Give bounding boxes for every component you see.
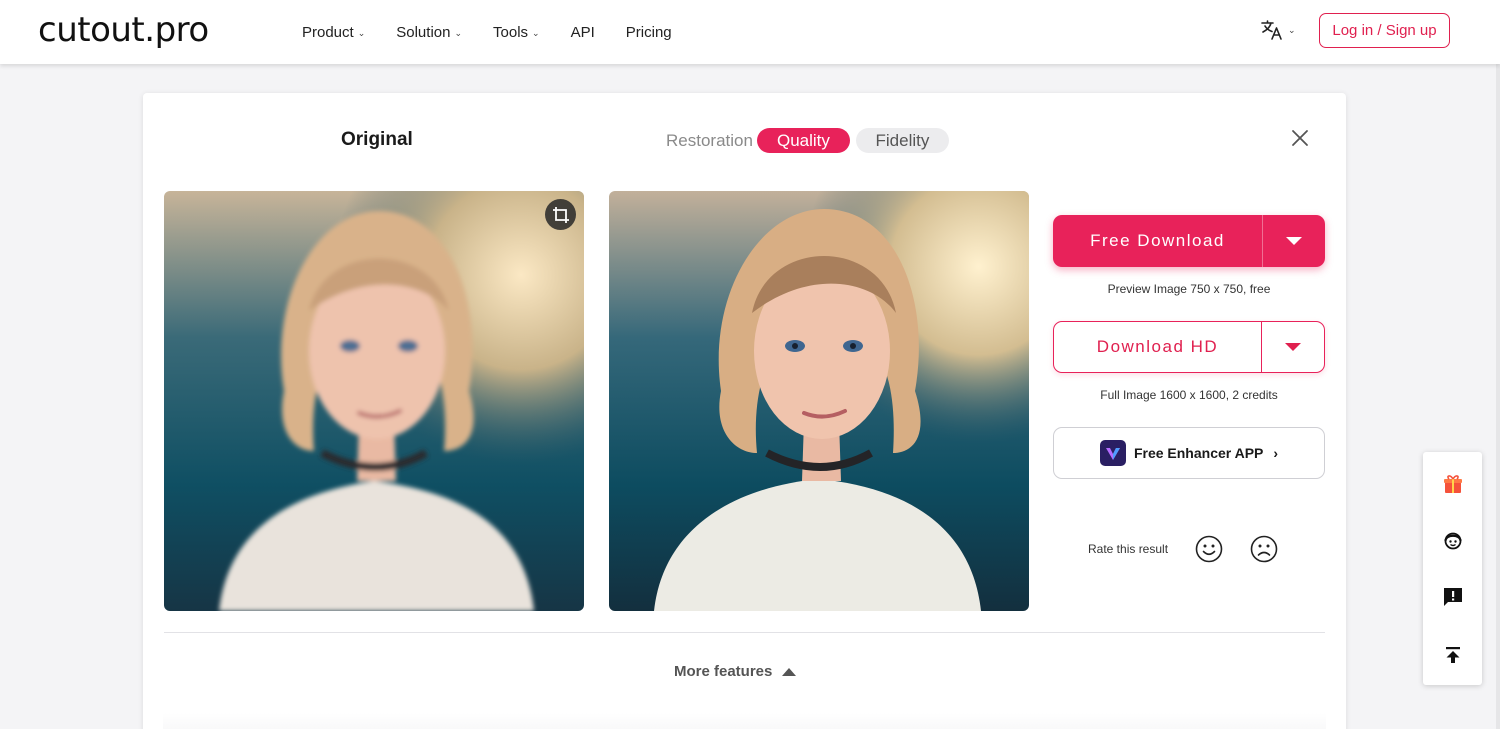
- download-hd-note: Full Image 1600 x 1600, 2 credits: [1100, 388, 1278, 402]
- site-logo[interactable]: cutout.pro: [38, 10, 209, 50]
- nav-tools-label: Tools: [493, 23, 529, 41]
- caret-up-icon: [782, 667, 797, 676]
- nav-api-label: API: [570, 23, 595, 41]
- scrollbar-track[interactable]: [1496, 64, 1500, 729]
- more-features-panel-edge: [163, 713, 1326, 729]
- mode-quality-pill[interactable]: Quality: [756, 128, 850, 153]
- nav-solution[interactable]: Solution ⌄: [396, 24, 462, 41]
- mode-fidelity-pill[interactable]: Fidelity: [855, 128, 949, 153]
- nav-pricing-label: Pricing: [625, 23, 672, 41]
- back-to-top-icon: [1445, 647, 1460, 663]
- app-button-label: Free Enhancer APP: [1133, 445, 1264, 461]
- restoration-label: Restoration: [666, 130, 753, 150]
- chevron-down-icon: ⌄: [357, 27, 366, 38]
- free-enhancer-app-button[interactable]: Free Enhancer APP ›: [1053, 427, 1325, 479]
- nav-tools[interactable]: Tools ⌄: [493, 24, 540, 41]
- rating-row: Rate this result: [1088, 534, 1304, 564]
- enhanced-image: [609, 191, 1029, 611]
- gift-button[interactable]: [1423, 464, 1482, 504]
- more-features-label: More features: [674, 663, 773, 680]
- nav-solution-label: Solution: [396, 23, 451, 41]
- section-divider: [164, 632, 1325, 633]
- crop-button[interactable]: [545, 199, 576, 230]
- original-photo-illustration: [164, 191, 584, 611]
- nav-product-label: Product: [302, 23, 354, 41]
- chevron-down-icon: ⌄: [454, 27, 463, 38]
- crop-icon: [552, 206, 569, 223]
- rate-label: Rate this result: [1088, 542, 1169, 556]
- original-title: Original: [341, 129, 413, 150]
- nav-api[interactable]: API: [571, 24, 595, 41]
- enhancer-app-icon: [1099, 440, 1126, 466]
- nav-pricing[interactable]: Pricing: [626, 24, 672, 41]
- free-download-button[interactable]: Free Download: [1053, 215, 1263, 267]
- original-image: [164, 191, 584, 611]
- download-hd-split-button: Download HD: [1053, 321, 1325, 373]
- result-card: Original Restoration Quality Fidelity Fr…: [143, 93, 1346, 729]
- chevron-down-icon: ⌄: [532, 27, 540, 38]
- translate-icon: [1261, 20, 1282, 40]
- chevron-right-icon: ›: [1273, 445, 1279, 461]
- smile-icon[interactable]: [1194, 534, 1224, 564]
- language-selector[interactable]: ⌄: [1260, 18, 1296, 42]
- floating-toolbar: [1423, 452, 1482, 685]
- caret-down-icon: [1286, 237, 1302, 245]
- feedback-button[interactable]: [1423, 577, 1482, 617]
- close-icon[interactable]: [1289, 127, 1311, 149]
- support-agent-icon: [1443, 532, 1462, 550]
- feedback-icon: [1443, 588, 1462, 606]
- restoration-mode-switch: Restoration Quality Fidelity: [666, 128, 949, 153]
- support-button[interactable]: [1423, 521, 1482, 561]
- free-download-options-toggle[interactable]: [1263, 215, 1325, 267]
- top-header: cutout.pro Product ⌄ Solution ⌄ Tools ⌄ …: [0, 0, 1500, 64]
- download-hd-button[interactable]: Download HD: [1054, 322, 1262, 372]
- back-to-top-button[interactable]: [1423, 635, 1482, 675]
- frown-icon[interactable]: [1249, 534, 1279, 564]
- gift-icon: [1443, 475, 1462, 493]
- download-hd-options-toggle[interactable]: [1262, 322, 1324, 372]
- enhanced-photo-illustration: [609, 191, 1029, 611]
- free-download-split-button: Free Download: [1053, 215, 1325, 267]
- main-nav: Product ⌄ Solution ⌄ Tools ⌄ API Pricing: [302, 0, 703, 64]
- free-download-note: Preview Image 750 x 750, free: [1107, 282, 1271, 296]
- chevron-down-icon: ⌄: [1288, 24, 1296, 35]
- login-signup-button[interactable]: Log in / Sign up: [1319, 13, 1450, 48]
- nav-product[interactable]: Product ⌄: [302, 24, 365, 41]
- more-features-toggle[interactable]: More features: [674, 663, 797, 680]
- caret-down-icon: [1285, 343, 1301, 351]
